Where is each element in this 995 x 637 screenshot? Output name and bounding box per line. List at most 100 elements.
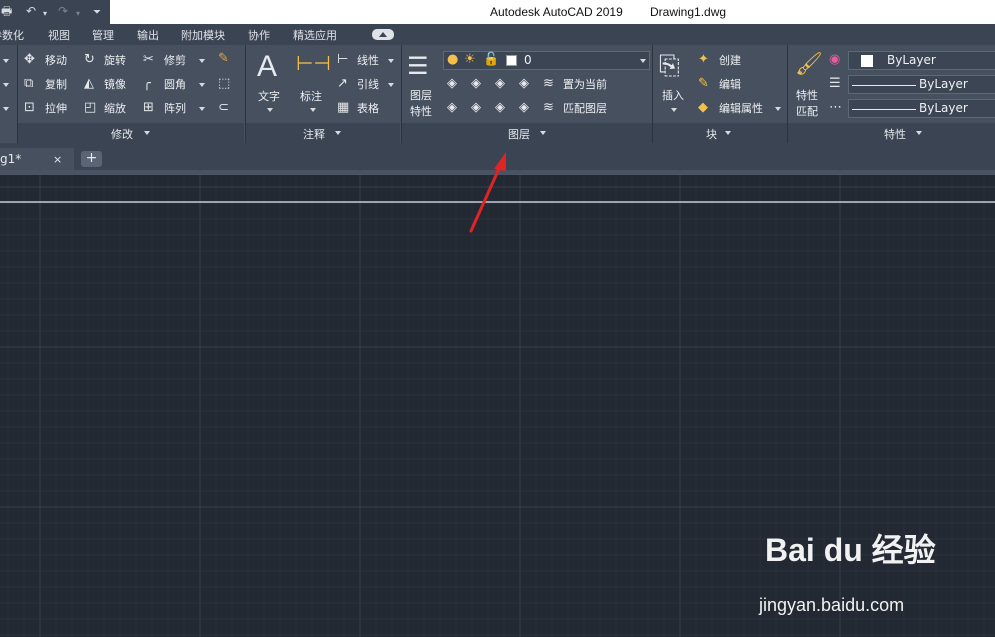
rotate-button[interactable]: 旋转 [104,54,126,68]
layer-dropdown[interactable]: ● ☀ 🔓 0 [443,51,650,70]
stretch-icon: ⊡ [24,100,35,115]
erase-icon[interactable]: ✎ [218,52,229,66]
stretch-button[interactable]: 拉伸 [45,102,67,116]
redo-icon[interactable]: ↷ [58,3,68,19]
lineweight-icon: ☰ [829,76,841,91]
match-properties-button-line1[interactable]: 特性 [796,89,818,103]
modify-panel-footer[interactable]: 修改 [18,123,244,143]
customize-qat-icon[interactable]: ⏷ [93,5,101,21]
lock-icon: 🔓 [483,52,500,67]
panel-expand-icon [916,131,922,135]
tab-parametric[interactable]: 参数化 [0,27,24,43]
ribbon: ✥ 移动 ↻ 旋转 ✂ 修剪 ✎ ⧉ 复制 ◭ 镜像 ╭ 圆角 ⬚ ⊡ 拉伸 ◰… [0,45,995,143]
layer-unlock-icon[interactable]: ◈ [519,101,529,115]
block-panel-footer[interactable]: 块 [653,123,787,143]
layer-on-icon[interactable]: ◈ [447,101,457,115]
layer-isolate-icon[interactable]: ◈ [471,77,481,91]
trim-button[interactable]: 修剪 [164,54,186,68]
ribbon-tab-bar: 参数化 视图 管理 输出 附加模块 协作 精选应用 [0,24,995,45]
tab-featured-apps[interactable]: 精选应用 [293,27,337,43]
array-button[interactable]: 阵列 [164,102,186,116]
trim-dropdown-icon[interactable] [199,59,205,63]
edit-button[interactable]: 编辑 [719,78,741,92]
minimize-ribbon-button[interactable] [372,29,394,40]
linetype-dropdown[interactable]: ByLayer [848,99,995,118]
layer-thaw-icon[interactable]: ◈ [495,101,505,115]
modify-panel-title: 修改 [111,128,133,141]
dimension-button[interactable]: 标注 [300,90,322,104]
fillet-button[interactable]: 圆角 [164,78,186,92]
fillet-dropdown-icon[interactable] [199,83,205,87]
print-icon[interactable]: 🖶 [1,3,12,19]
tab-collaborate[interactable]: 协作 [248,27,270,43]
fillet-icon: ╭ [143,76,151,91]
layer-unisolate-icon[interactable]: ◈ [471,101,481,115]
insert-dropdown-icon[interactable] [671,108,677,112]
dropdown-arrow-icon[interactable] [3,59,9,63]
file-tab-drawing1[interactable]: g1* × [0,148,74,170]
text-dropdown-icon[interactable] [267,108,273,112]
offset-icon[interactable]: ⊂ [218,101,229,115]
linetype-value: ByLayer [919,101,968,115]
move-button[interactable]: 移动 [45,54,67,68]
leader-button[interactable]: 引线 [357,78,379,92]
mirror-icon: ◭ [84,76,94,91]
app-title: Autodesk AutoCAD 2019 [490,5,623,19]
tab-output[interactable]: 输出 [137,27,159,43]
document-title: Drawing1.dwg [650,5,727,19]
watermark-brand: Bai du 经验 [765,532,936,568]
set-current-icon: ≋ [543,76,554,91]
dimension-icon: ⊢⊣ [296,51,331,75]
layer-properties-button-line1[interactable]: 图层 [410,89,432,103]
create-button[interactable]: 创建 [719,54,741,68]
edit-attributes-button[interactable]: 编辑属性 [719,102,763,116]
close-icon[interactable]: × [53,153,62,166]
insert-button[interactable]: 插入 [662,89,684,103]
move-icon: ✥ [24,52,35,67]
scale-button[interactable]: 缩放 [104,102,126,116]
match-properties-button-line2[interactable]: 匹配 [796,105,818,119]
dropdown-arrow-icon[interactable] [3,107,9,111]
lineweight-dropdown[interactable]: ByLayer [848,75,995,94]
layers-panel-footer[interactable]: 图层 [402,123,652,143]
dropdown-arrow-icon[interactable] [3,83,9,87]
match-layer-button[interactable]: 匹配图层 [563,102,607,116]
tab-manage[interactable]: 管理 [92,27,114,43]
annotation-panel-footer[interactable]: 注释 [246,123,400,143]
panel-expand-icon [335,131,341,135]
text-button[interactable]: 文字 [258,90,280,104]
layer-properties-button-line2[interactable]: 特性 [410,105,432,119]
linear-dropdown-icon[interactable] [388,59,394,63]
explode-icon[interactable]: ⬚ [218,77,230,91]
layer-off-icon[interactable]: ◈ [447,77,457,91]
properties-panel-footer[interactable]: 特性 [788,123,995,143]
layers-panel-title: 图层 [508,128,530,141]
table-button[interactable]: 表格 [357,102,379,116]
new-tab-button[interactable]: + [81,151,102,167]
redo-dropdown-icon[interactable]: ▾ [76,6,80,22]
undo-icon[interactable]: ↶ [26,3,36,19]
copy-button[interactable]: 复制 [45,78,67,92]
panel-expand-icon [540,131,546,135]
layer-lock-icon[interactable]: ◈ [519,77,529,91]
tab-view[interactable]: 视图 [48,27,70,43]
dimension-dropdown-icon[interactable] [310,108,316,112]
array-icon: ⊞ [143,100,154,115]
file-tab-label: g1* [0,152,22,166]
edit-block-icon: ✎ [698,76,709,91]
array-dropdown-icon[interactable] [199,107,205,111]
linetype-sample [852,109,916,110]
set-current-button[interactable]: 置为当前 [563,78,607,92]
title-bar: 🖶 ↶ ▾ ↷ ▾ ⏷ Autodesk AutoCAD 2019 Drawin… [0,0,995,24]
undo-dropdown-icon[interactable]: ▾ [43,6,47,22]
linear-button[interactable]: 线性 [357,54,379,68]
mirror-button[interactable]: 镜像 [104,78,126,92]
object-color-dropdown[interactable]: ByLayer [848,51,995,70]
autocad-window: 🖶 ↶ ▾ ↷ ▾ ⏷ Autodesk AutoCAD 2019 Drawin… [0,0,995,637]
layer-freeze-icon[interactable]: ◈ [495,77,505,91]
leader-icon: ↗ [337,76,348,91]
leader-dropdown-icon[interactable] [388,83,394,87]
edit-attributes-dropdown-icon[interactable] [775,107,781,111]
linetype-icon: ⋯ [829,100,842,115]
tab-addins[interactable]: 附加模块 [181,27,225,43]
